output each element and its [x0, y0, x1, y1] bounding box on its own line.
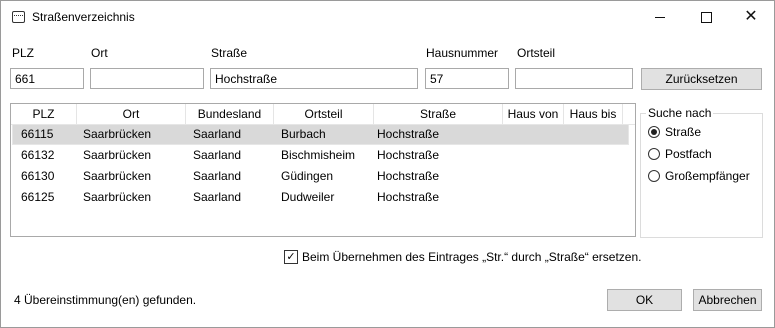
title-bar: Straßenverzeichnis ✕ — [1, 1, 774, 33]
minimize-icon — [655, 16, 665, 18]
cell-strasse: Hochstraße — [377, 190, 440, 204]
cell-ort: Saarbrücken — [83, 169, 152, 183]
column-header-ort[interactable]: Ort — [77, 104, 186, 124]
status-text: 4 Übereinstimmung(en) gefunden. — [14, 293, 197, 307]
cell-ort: Saarbrücken — [83, 127, 152, 141]
radio-label-strasse[interactable]: Straße — [665, 125, 701, 139]
window-title: Straßenverzeichnis — [32, 10, 135, 24]
strasse-input[interactable] — [210, 68, 418, 89]
radio-strasse[interactable] — [648, 126, 660, 138]
plz-input[interactable] — [10, 68, 84, 89]
column-header-ortsteil[interactable]: Ortsteil — [274, 104, 374, 124]
cell-plz: 66130 — [21, 169, 55, 183]
cell-ort: Saarbrücken — [83, 190, 152, 204]
cell-bundesland: Saarland — [193, 148, 242, 162]
ok-button[interactable]: OK — [607, 289, 682, 311]
column-header-haus-bis[interactable]: Haus bis — [564, 104, 623, 124]
hausnummer-input[interactable] — [425, 68, 509, 89]
app-icon — [12, 11, 25, 23]
cell-bundesland: Saarland — [193, 127, 242, 141]
column-header-plz[interactable]: PLZ — [11, 104, 77, 124]
cell-ortsteil: Burbach — [281, 127, 326, 141]
plz-label: PLZ — [12, 46, 35, 60]
cell-ortsteil: Bischmisheim — [281, 148, 356, 162]
column-header-haus-von[interactable]: Haus von — [503, 104, 564, 124]
cell-plz: 66115 — [21, 127, 54, 141]
cell-plz: 66125 — [21, 190, 55, 204]
cell-strasse: Hochstraße — [377, 127, 440, 141]
cell-ortsteil: Dudweiler — [281, 190, 335, 204]
results-table[interactable]: PLZ Ort Bundesland Ortsteil Straße Haus … — [10, 103, 636, 237]
close-icon: ✕ — [744, 8, 758, 25]
table-row[interactable]: 66132 Saarbrücken Saarland Bischmisheim … — [11, 145, 635, 166]
table-header: PLZ Ort Bundesland Ortsteil Straße Haus … — [11, 104, 635, 125]
cancel-button[interactable]: Abbrechen — [693, 289, 762, 311]
strasse-label: Straße — [211, 46, 248, 60]
cell-strasse: Hochstraße — [377, 169, 440, 183]
minimize-button[interactable] — [637, 1, 683, 33]
cell-bundesland: Saarland — [193, 169, 242, 183]
cell-ort: Saarbrücken — [83, 148, 152, 162]
column-header-bundesland[interactable]: Bundesland — [186, 104, 274, 124]
hausnummer-label: Hausnummer — [426, 46, 499, 60]
ortsteil-input[interactable] — [515, 68, 633, 89]
cell-ortsteil: Güdingen — [281, 169, 334, 183]
maximize-icon — [700, 11, 712, 23]
search-by-title: Suche nach — [646, 106, 714, 120]
cell-plz: 66132 — [21, 148, 55, 162]
radio-label-postfach[interactable]: Postfach — [665, 147, 712, 161]
ort-input[interactable] — [90, 68, 204, 89]
cell-strasse: Hochstraße — [377, 148, 440, 162]
column-header-strasse[interactable]: Straße — [374, 104, 503, 124]
table-row[interactable]: 66115 Saarbrücken Saarland Burbach Hochs… — [11, 124, 635, 145]
replace-checkbox-label[interactable]: Beim Übernehmen des Eintrages „Str.“ dur… — [302, 250, 641, 264]
radio-grossempfaenger[interactable] — [648, 170, 660, 182]
table-row[interactable]: 66130 Saarbrücken Saarland Güdingen Hoch… — [11, 166, 635, 187]
reset-button[interactable]: Zurücksetzen — [641, 68, 762, 90]
ortsteil-label: Ortsteil — [517, 46, 556, 60]
cell-bundesland: Saarland — [193, 190, 242, 204]
ort-label: Ort — [91, 46, 108, 60]
close-button[interactable]: ✕ — [728, 1, 774, 33]
table-row[interactable]: 66125 Saarbrücken Saarland Dudweiler Hoc… — [11, 187, 635, 208]
maximize-button[interactable] — [683, 1, 729, 33]
radio-label-grossempfaenger[interactable]: Großempfänger — [665, 169, 750, 183]
replace-checkbox[interactable]: ✓ — [284, 250, 298, 264]
dialog-window: Straßenverzeichnis ✕ PLZ Ort Straße Haus… — [0, 0, 775, 328]
radio-postfach[interactable] — [648, 148, 660, 160]
